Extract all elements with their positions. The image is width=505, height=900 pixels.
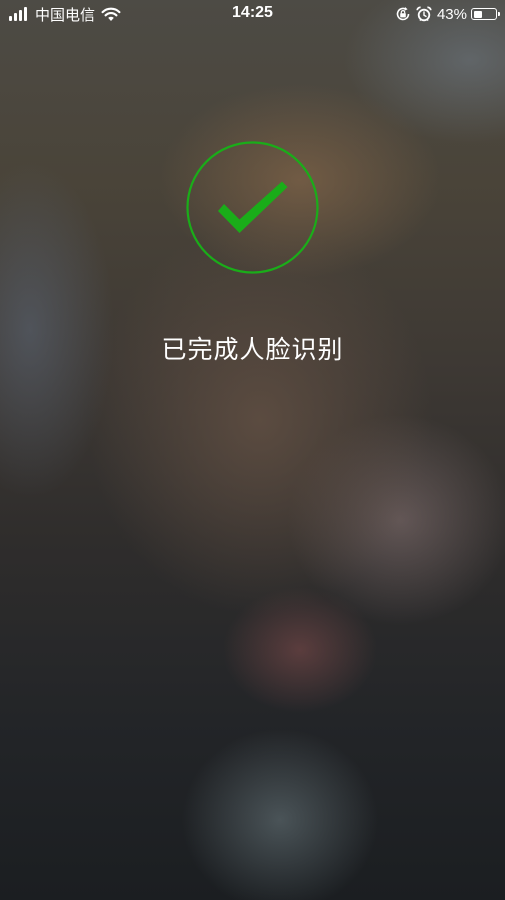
face-recognition-screen: 中国电信 14:25 43% 已完成人脸识别 [0,0,505,900]
camera-preview-background [0,0,505,900]
battery-percentage: 43% [436,5,467,23]
orientation-lock-icon [396,7,410,21]
battery-cap [498,12,500,16]
battery-icon [471,8,500,20]
recognition-complete-message: 已完成人脸识别 [161,335,344,364]
alarm-icon [416,6,432,22]
battery-fill [473,10,483,18]
status-bar: 中国电信 14:25 43% [0,0,505,28]
status-bar-right: 43% [395,4,500,24]
checkmark-circle-icon [186,141,319,274]
